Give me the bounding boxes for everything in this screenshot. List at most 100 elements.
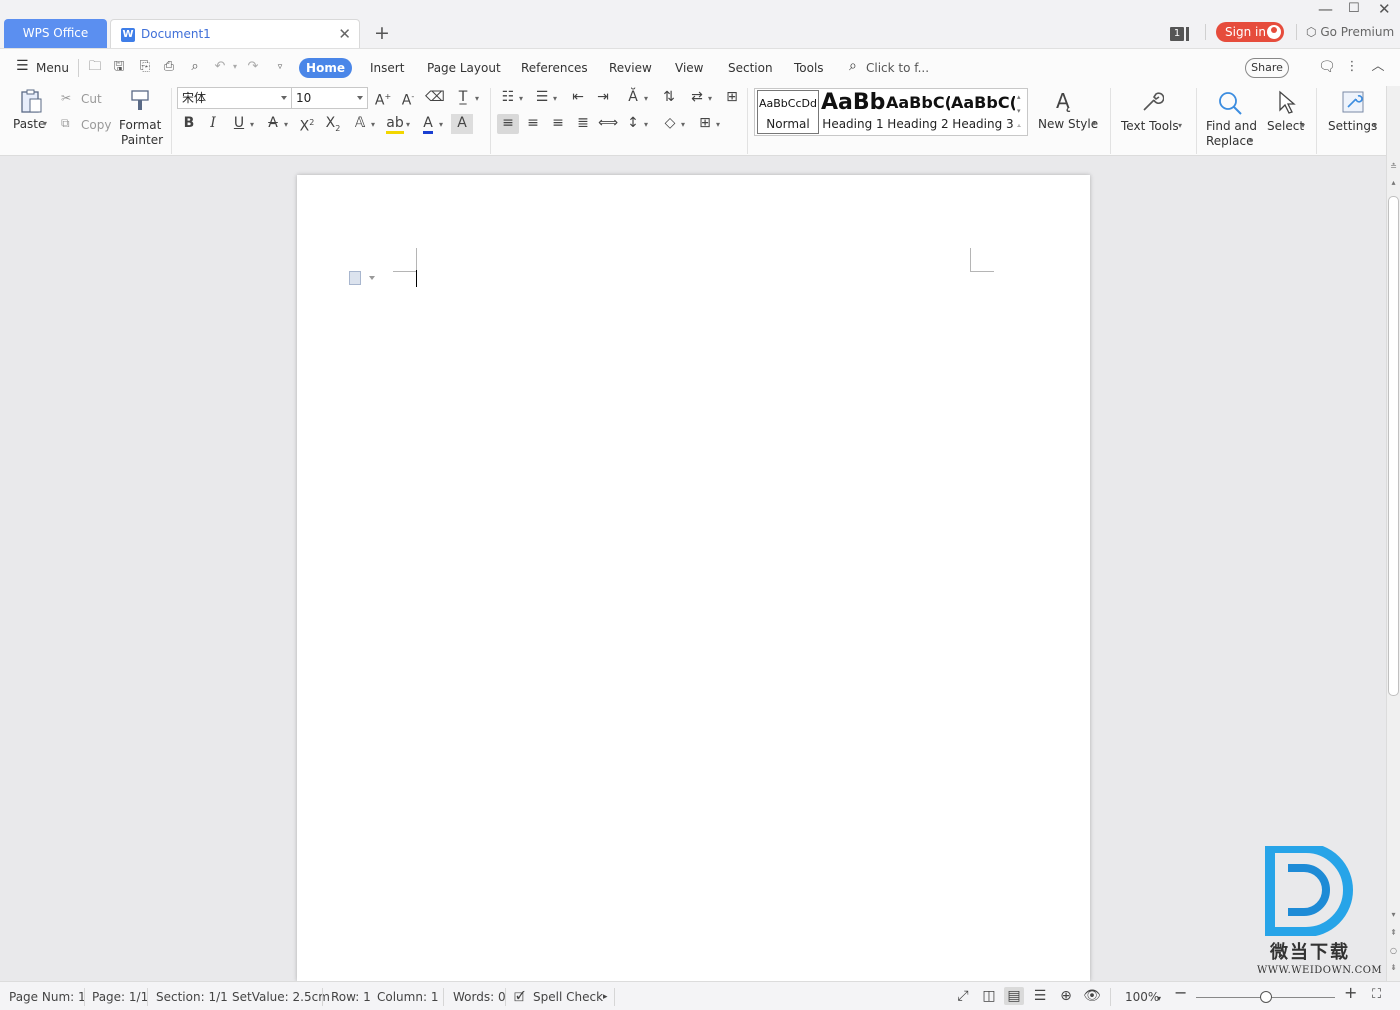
increase-indent-icon[interactable]: ⇥ [592,88,614,108]
shrink-font-icon[interactable]: A- [397,88,419,109]
save-icon[interactable]: 🖫 [111,59,127,75]
scroll-up-icon[interactable]: ▴ [1388,178,1399,188]
font-color-icon[interactable]: A [417,114,439,134]
copy-button[interactable]: Copy [81,118,111,132]
document-tab[interactable]: W Document1 ✕ [110,19,360,48]
styles-scroll-down-icon[interactable]: ▾ [1017,105,1021,117]
status-section[interactable]: Section: 1/1 [156,990,228,1004]
print-preview-icon[interactable]: ⌕ [187,59,203,75]
align-center-icon[interactable]: ≡ [522,114,544,134]
styles-expand-icon[interactable]: ⩡ [1017,120,1021,132]
tab-references[interactable]: References [521,60,588,76]
cut-button[interactable]: Cut [81,92,102,106]
minimize-icon[interactable]: — [1318,0,1333,18]
close-tab-icon[interactable]: ✕ [338,24,351,44]
borders-icon[interactable]: ⊞ [694,114,716,134]
tab-section[interactable]: Section [728,60,773,76]
hamburger-icon[interactable]: ☰ [16,58,29,74]
web-layout-icon[interactable]: ⊕ [1056,987,1076,1005]
eye-protection-icon[interactable]: 👁 [1082,987,1102,1005]
go-premium-button[interactable]: ⬡ Go Premium [1306,22,1394,42]
chevron-down-icon[interactable]: ▾ [406,120,410,129]
italic-icon[interactable]: I [202,114,224,134]
chevron-down-icon[interactable]: ▾ [475,94,479,103]
chevron-down-icon[interactable]: ▾ [439,120,443,129]
change-case-icon[interactable]: Ă [622,88,644,108]
reading-layout-icon[interactable]: ◫ [979,987,999,1005]
redo-icon[interactable]: ↷ [245,59,261,75]
highlight-icon[interactable]: ab [384,114,406,134]
align-right-icon[interactable]: ≡ [547,114,569,134]
select-button[interactable]: Select ▾ [1264,86,1310,146]
outline-view-icon[interactable]: ☰ [1030,987,1050,1005]
tab-insert[interactable]: Insert [370,60,404,76]
share-button[interactable]: Share [1245,58,1289,78]
style-heading-2[interactable]: AaBbC( Heading 2 [886,89,950,135]
styles-scroll-up-icon[interactable]: ▴ [1017,91,1021,103]
font-name-combo[interactable]: 宋体 [177,87,292,109]
clear-format-icon[interactable]: ⌫ [424,88,446,108]
chevron-down-icon[interactable]: ▾ [681,120,685,129]
text-effect-icon[interactable]: 𝔸 [349,114,371,134]
subscript-icon[interactable]: X2 [322,114,344,134]
line-spacing-icon[interactable]: ↕ [622,114,644,134]
next-page-icon[interactable]: ⇟ [1388,963,1399,973]
table-grid-icon[interactable]: ⊞ [721,88,743,108]
tab-page-layout[interactable]: Page Layout [427,60,501,76]
chevron-down-icon[interactable]: ▾ [716,120,720,129]
chevron-down-icon[interactable]: ▾ [284,120,288,129]
new-tab-icon[interactable]: + [374,22,390,44]
fit-window-icon[interactable]: ⛶ [1372,988,1381,1002]
text-tools-button[interactable]: Text Tools ▾ [1118,86,1188,146]
find-replace-button[interactable]: Find and Replace ▾ [1203,86,1259,150]
zoom-slider-handle[interactable] [1260,991,1272,1003]
comment-icon[interactable]: 🗨 [1318,59,1336,75]
chevron-down-icon[interactable]: ▾ [519,94,523,103]
wps-office-tab[interactable]: WPS Office [4,19,107,48]
tab-view[interactable]: View [675,60,703,76]
close-window-icon[interactable]: ✕ [1378,0,1391,18]
character-shading-icon[interactable]: A [451,114,473,134]
collapse-ribbon-icon[interactable]: ︿ [1370,59,1386,75]
scroll-top-icon[interactable]: ≛ [1388,162,1399,172]
chevron-down-icon[interactable]: ▾ [250,120,254,129]
status-page[interactable]: Page: 1/1 [92,990,148,1004]
chevron-down-icon[interactable]: ▾ [1157,992,1161,1006]
sort-icon[interactable]: ⇅ [658,88,680,108]
grow-font-icon[interactable]: A+ [372,88,394,109]
scroll-down-icon[interactable]: ▾ [1388,910,1399,920]
open-folder-icon[interactable]: 🗀 [87,59,103,75]
full-screen-icon[interactable]: ⤢ [953,987,973,1005]
font-size-combo[interactable]: 10 [291,87,368,109]
undo-dropdown-icon[interactable]: ▾ [227,59,243,75]
chevron-right-icon[interactable]: ▸ [603,990,608,1004]
document-page[interactable] [297,175,1090,981]
status-words[interactable]: Words: 0 [453,990,506,1004]
chevron-down-icon[interactable]: ▾ [708,94,712,103]
chevron-down-icon[interactable] [369,276,375,280]
chevron-down-icon[interactable]: ▾ [371,120,375,129]
tab-home[interactable]: Home [299,58,352,78]
maximize-icon[interactable]: ☐ [1348,0,1360,18]
bullets-icon[interactable]: ☷ [497,88,519,108]
paste-button[interactable]: Paste ▾ [12,86,52,146]
customize-toolbar-icon[interactable]: ▿ [272,59,288,75]
zoom-in-icon[interactable]: + [1344,985,1357,1001]
style-normal[interactable]: AaBbCcDd Normal [757,90,819,134]
underline-icon[interactable]: U [228,114,250,134]
page-view-icon[interactable]: ▤ [1004,987,1024,1005]
bold-icon[interactable]: B [178,114,200,134]
spell-check-button[interactable]: Spell Check [533,990,603,1004]
tab-tools[interactable]: Tools [794,60,824,76]
scrollbar-thumb[interactable] [1388,196,1399,696]
command-search-input[interactable]: Click to f... [866,60,929,76]
zoom-out-icon[interactable]: − [1174,985,1187,1001]
previous-page-icon[interactable]: ⇞ [1388,928,1399,938]
status-setvalue[interactable]: SetValue: 2.5cm [232,990,330,1004]
justify-icon[interactable]: ≣ [572,114,594,134]
settings-button[interactable]: Settings ▾ [1324,86,1380,146]
show-hide-marks-icon[interactable]: ⇄ [686,88,708,108]
chevron-down-icon[interactable]: ▾ [644,94,648,103]
status-row[interactable]: Row: 1 [331,990,371,1004]
tab-review[interactable]: Review [609,60,652,76]
